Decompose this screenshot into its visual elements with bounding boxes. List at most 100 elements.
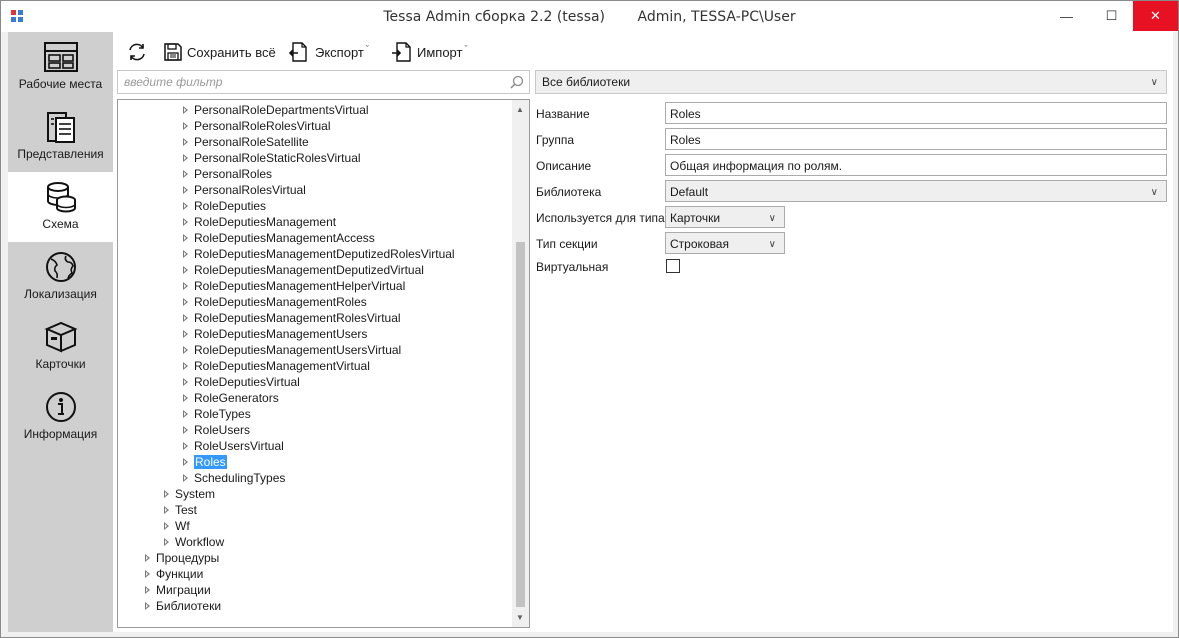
expand-arrow-icon[interactable] (164, 505, 169, 514)
expand-arrow-icon[interactable] (183, 457, 188, 466)
scroll-thumb[interactable] (516, 242, 525, 607)
expand-arrow-icon[interactable] (183, 185, 188, 194)
expand-arrow-icon[interactable] (183, 169, 188, 178)
tree-node[interactable]: RoleDeputiesManagementUsers (183, 326, 367, 342)
tree-node[interactable]: SchedulingTypes (183, 470, 285, 486)
filter-input[interactable] (124, 74, 494, 90)
library-filter-select[interactable]: Все библиотеки ∨ (535, 70, 1167, 94)
tree-node[interactable]: Процедуры (145, 550, 219, 566)
schema-tree: ▲ ▼ PersonalRoleDepartmentsVirtual Person… (117, 99, 530, 628)
search-icon[interactable] (510, 75, 524, 89)
expand-arrow-icon[interactable] (183, 105, 188, 114)
close-button[interactable]: ✕ (1133, 1, 1178, 31)
tree-node[interactable]: RoleUsers (183, 422, 250, 438)
expand-arrow-icon[interactable] (183, 121, 188, 130)
save-all-button[interactable]: Сохранить всё (163, 40, 276, 64)
expand-arrow-icon[interactable] (164, 537, 169, 546)
tree-node[interactable]: RoleDeputiesManagementHelperVirtual (183, 278, 405, 294)
expand-arrow-icon[interactable] (145, 569, 150, 578)
expand-arrow-icon[interactable] (183, 329, 188, 338)
expand-arrow-icon[interactable] (183, 409, 188, 418)
expand-arrow-icon[interactable] (183, 201, 188, 210)
tree-node[interactable]: PersonalRoles (183, 166, 272, 182)
expand-arrow-icon[interactable] (183, 233, 188, 242)
expand-arrow-icon[interactable] (183, 393, 188, 402)
import-button[interactable]: Импорт ˇ (391, 40, 467, 64)
expand-arrow-icon[interactable] (183, 281, 188, 290)
nav-item-cards[interactable]: Карточки (8, 312, 113, 382)
tree-node[interactable]: Wf (164, 518, 190, 534)
tree-node[interactable]: Workflow (164, 534, 224, 550)
section-type-select[interactable]: Строковая ∨ (665, 232, 785, 254)
expand-arrow-icon[interactable] (183, 153, 188, 162)
expand-arrow-icon[interactable] (183, 217, 188, 226)
expand-arrow-icon[interactable] (183, 473, 188, 482)
main-content: Сохранить всё Экспорт ˇ Импорт ˇ введите… (113, 32, 1173, 632)
library-select[interactable]: Default ∨ (665, 180, 1167, 202)
expand-arrow-icon[interactable] (183, 425, 188, 434)
expand-arrow-icon[interactable] (183, 345, 188, 354)
tree-node[interactable]: PersonalRoleDepartmentsVirtual (183, 102, 369, 118)
expand-arrow-icon[interactable] (183, 297, 188, 306)
tree-node[interactable]: PersonalRoleStaticRolesVirtual (183, 150, 361, 166)
name-field[interactable]: Roles (665, 102, 1167, 124)
tree-node[interactable]: RoleDeputiesManagementRolesVirtual (183, 310, 401, 326)
chevron-down-icon: ∨ (768, 239, 776, 250)
export-icon (289, 42, 307, 62)
import-dropdown-icon: ˇ (464, 44, 468, 54)
refresh-button[interactable] (126, 40, 152, 64)
group-field[interactable]: Roles (665, 128, 1167, 150)
expand-arrow-icon[interactable] (183, 313, 188, 322)
expand-arrow-icon[interactable] (145, 585, 150, 594)
nav-item-localization[interactable]: Локализация (8, 242, 113, 312)
tree-node[interactable]: RoleTypes (183, 406, 251, 422)
scroll-down-icon[interactable]: ▼ (516, 613, 524, 622)
scroll-up-icon[interactable]: ▲ (516, 105, 524, 114)
tree-node[interactable]: RoleGenerators (183, 390, 279, 406)
used-for-type-select[interactable]: Карточки ∨ (665, 206, 785, 228)
tree-node[interactable]: Roles (183, 454, 227, 470)
expand-arrow-icon[interactable] (183, 265, 188, 274)
tree-node[interactable]: RoleDeputiesManagementVirtual (183, 358, 370, 374)
nav-item-views[interactable]: Представления (8, 102, 113, 172)
tree-node[interactable]: RoleUsersVirtual (183, 438, 284, 454)
expand-arrow-icon[interactable] (183, 441, 188, 450)
tree-node[interactable]: PersonalRolesVirtual (183, 182, 306, 198)
nav-label-localization: Локализация (24, 287, 97, 301)
tree-node[interactable]: RoleDeputies (183, 198, 266, 214)
tree-node-label: RoleTypes (194, 407, 251, 421)
tree-node[interactable]: RoleDeputiesManagementDeputizedVirtual (183, 262, 424, 278)
tree-node[interactable]: RoleDeputiesManagementDeputizedRolesVirt… (183, 246, 455, 262)
expand-arrow-icon[interactable] (145, 553, 150, 562)
tree-node[interactable]: RoleDeputiesManagementRoles (183, 294, 367, 310)
expand-arrow-icon[interactable] (164, 521, 169, 530)
tree-node[interactable]: System (164, 486, 215, 502)
export-button[interactable]: Экспорт ˇ (289, 40, 369, 64)
expand-arrow-icon[interactable] (183, 361, 188, 370)
expand-arrow-icon[interactable] (145, 601, 150, 610)
tree-node[interactable]: Test (164, 502, 197, 518)
virtual-checkbox[interactable] (666, 259, 680, 273)
tree-node[interactable]: PersonalRoleSatellite (183, 134, 309, 150)
tree-node[interactable]: Миграции (145, 582, 211, 598)
nav-item-information[interactable]: Информация (8, 382, 113, 452)
tree-scrollbar[interactable]: ▲ ▼ (512, 100, 529, 627)
tree-node[interactable]: RoleDeputiesManagement (183, 214, 336, 230)
tree-node[interactable]: Библиотеки (145, 598, 221, 614)
nav-item-schema[interactable]: Схема (8, 172, 113, 242)
tree-node[interactable]: Функции (145, 566, 203, 582)
maximize-button[interactable]: ☐ (1089, 1, 1134, 31)
expand-arrow-icon[interactable] (164, 489, 169, 498)
description-field[interactable]: Общая информация по ролям. (665, 154, 1167, 176)
minimize-button[interactable]: — (1044, 1, 1089, 31)
tree-node-label: RoleUsers (194, 423, 251, 437)
tree-node[interactable]: RoleDeputiesManagementAccess (183, 230, 375, 246)
tree-node[interactable]: RoleDeputiesManagementUsersVirtual (183, 342, 401, 358)
nav-item-workplaces[interactable]: Рабочие места (8, 32, 113, 102)
expand-arrow-icon[interactable] (183, 137, 188, 146)
tree-node[interactable]: PersonalRoleRolesVirtual (183, 118, 331, 134)
tree-node[interactable]: RoleDeputiesVirtual (183, 374, 300, 390)
workplaces-icon (44, 42, 78, 72)
expand-arrow-icon[interactable] (183, 377, 188, 386)
expand-arrow-icon[interactable] (183, 249, 188, 258)
